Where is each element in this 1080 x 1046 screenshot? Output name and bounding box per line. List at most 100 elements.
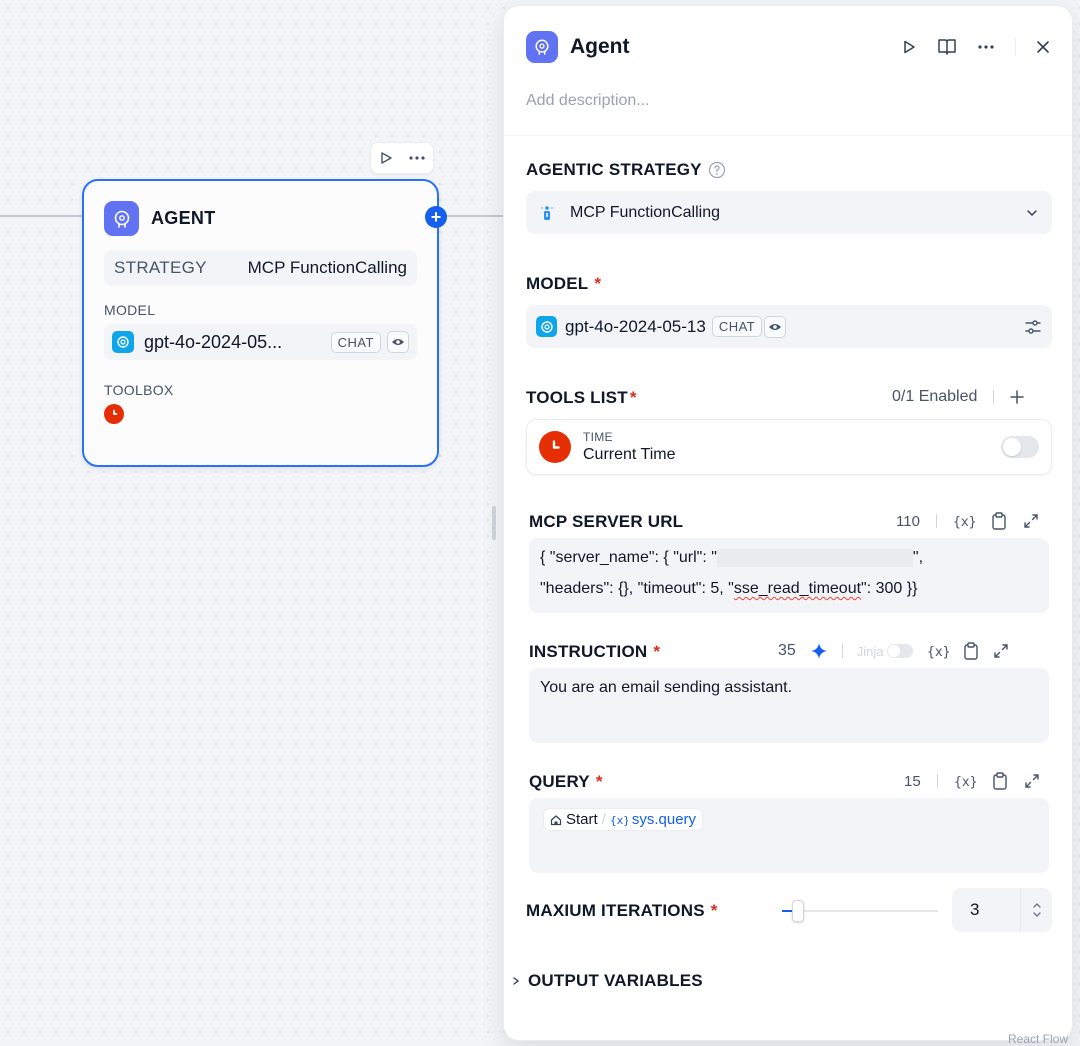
mcp-url-line2-prefix: "headers": {}, "timeout": 5, " [540,580,734,597]
mcp-url-line1-suffix: ", [912,549,924,566]
max-iterations-input[interactable]: 3 [952,888,1052,932]
spellcheck-word: sse_read_timeout [733,580,862,597]
max-iterations-slider[interactable] [782,900,938,922]
strategy-value: MCP FunctionCalling [570,203,720,221]
instruction-label: INSTRUCTION [529,642,648,661]
query-editor[interactable]: Start / {x} sys.query [529,798,1049,873]
tools-header-actions: 0/1 Enabled [892,388,1025,406]
run-node-play-icon[interactable] [379,151,393,165]
required-marker: * [595,772,603,791]
tool-name: Current Time [583,446,676,463]
mcp-url-line2-suffix: ": 300 }} [861,580,918,597]
instruction-section-label: INSTRUCTION * [529,642,660,662]
edge-out [446,215,503,217]
header-separator [504,135,1072,136]
expand-icon[interactable] [1024,773,1040,789]
home-icon [550,814,562,826]
settings-sliders-icon[interactable] [1024,319,1042,335]
increment-chevron-up-icon[interactable] [1032,902,1042,909]
header-divider [1015,38,1016,56]
tool-item-current-time[interactable]: TIME Current Time [526,419,1052,475]
clipboard-icon[interactable] [991,512,1007,530]
add-next-node-button[interactable]: + [425,206,447,228]
node-strategy-value: MCP FunctionCalling [247,258,407,277]
required-marker: * [653,642,661,661]
variable-icon[interactable]: {x} [954,773,976,789]
query-actions: 15 {x} [904,772,1040,790]
mcp-url-editor[interactable]: { "server_name": { "url": " ", "headers":… [529,538,1049,613]
eye-icon [387,331,409,353]
clipboard-icon[interactable] [963,642,979,660]
instruction-editor[interactable]: You are an email sending assistant. [529,668,1049,743]
query-variable-pill[interactable]: Start / {x} sys.query [543,808,704,831]
openai-icon [536,316,557,337]
model-section-label: MODEL * [526,274,601,294]
variable-icon[interactable]: {x} [927,643,949,659]
mcp-url-line1-prefix: { "server_name": { "url": " [540,549,717,566]
clipboard-icon[interactable] [992,772,1008,790]
jinja-toggle[interactable]: Jinja [857,644,913,659]
model-selector[interactable]: gpt-4o-2024-05-13 CHAT [526,305,1052,348]
help-icon[interactable] [708,161,726,179]
close-icon[interactable] [1036,40,1050,54]
tool-enabled-toggle[interactable] [1001,436,1039,458]
tool-provider: TIME [583,430,613,444]
agent-settings-panel: Agent Add description... AGENTIC STRATEG… [503,5,1073,1041]
required-marker: * [594,274,602,293]
description-input[interactable]: Add description... [526,92,650,110]
run-play-icon[interactable] [901,39,917,55]
variable-icon: {x} [610,813,628,827]
eye-icon [764,315,787,338]
mcp-url-char-count: 110 [896,512,920,530]
instruction-char-count: 35 [778,642,796,659]
more-icon[interactable] [977,44,995,50]
model-label: MODEL [526,274,589,293]
query-var-node: Start [566,811,598,828]
query-var-name: sys.query [631,811,697,828]
panel-title[interactable]: Agent [570,35,630,59]
add-tool-plus-icon[interactable] [1010,390,1025,404]
divider [841,644,843,658]
variable-icon[interactable]: {x} [953,513,975,529]
mcp-url-actions: 110 {x} [896,512,1039,530]
instruction-text: You are an email sending assistant. [540,679,793,696]
agent-icon [104,201,139,236]
node-more-icon[interactable] [408,155,426,161]
tools-label: TOOLS LIST [526,388,628,407]
tools-enabled-count: 0/1 Enabled [892,388,978,405]
svg-text:{x}: {x} [954,775,976,789]
expand-icon[interactable] [993,643,1009,659]
book-icon[interactable] [937,38,957,56]
mcp-url-text: { "server_name": { "url": " ", "headers":… [529,538,1049,608]
strategy-icon [540,205,554,221]
model-name: gpt-4o-2024-05-13 [565,316,706,336]
chevron-down-icon [1026,209,1038,217]
sparkle-icon[interactable] [810,642,828,660]
redacted-url [716,548,913,567]
divider [936,774,938,788]
agent-node[interactable]: AGENT STRATEGY MCP FunctionCalling MODEL… [82,179,439,467]
node-strategy-row: STRATEGY MCP FunctionCalling [104,250,417,286]
node-model-name: gpt-4o-2024-05... [144,331,283,352]
svg-text:{x}: {x} [953,515,975,529]
react-flow-attribution[interactable]: React Flow [1008,1032,1068,1046]
jinja-switch[interactable] [886,644,913,658]
query-char-count: 15 [904,772,921,790]
jinja-label: Jinja [856,643,884,659]
slash-separator: / [601,811,606,828]
output-variables-label: OUTPUT VARIABLES [528,971,703,990]
expand-icon[interactable] [1023,513,1039,529]
svg-text:{x}: {x} [927,645,949,659]
number-stepper [1020,888,1052,932]
max-iterations-section-label: MAXIUM ITERATIONS * [526,901,718,921]
agent-icon [526,31,558,63]
tools-section-label: TOOLS LIST * [526,388,637,408]
decrement-chevron-down-icon[interactable] [1032,911,1042,918]
output-variables-toggle[interactable]: OUTPUT VARIABLES [512,971,703,991]
slider-thumb[interactable] [791,900,804,922]
strategy-select[interactable]: MCP FunctionCalling [526,191,1052,234]
openai-icon [112,331,134,353]
panel-header: Agent [526,31,1050,63]
panel-resize-handle[interactable] [492,506,496,540]
edge-in [0,215,82,217]
